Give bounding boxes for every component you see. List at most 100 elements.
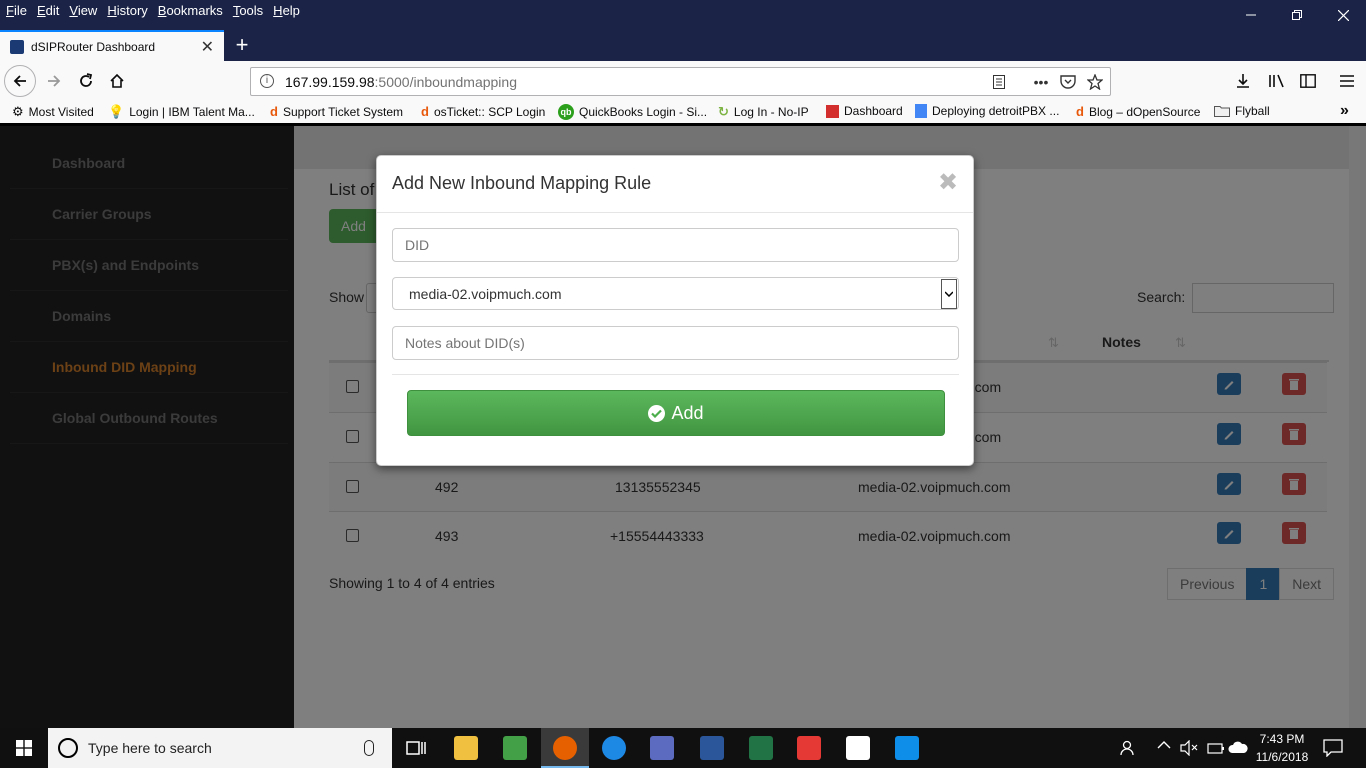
dashboard-icon	[826, 104, 839, 118]
bookmark-label: QuickBooks Login - Si...	[579, 105, 708, 119]
taskbar-search-placeholder: Type here to search	[88, 740, 212, 756]
modal-close-icon[interactable]: ✖	[938, 168, 958, 197]
bookmark-label: Support Ticket System	[282, 104, 403, 119]
page-actions-icon[interactable]: •••	[1030, 72, 1052, 92]
bookmark-label: Blog – dOpenSource	[1088, 104, 1201, 119]
navigation-toolbar: i 167.99.159.98:5000/inboundmapping •••	[0, 61, 1366, 101]
volume-muted-icon[interactable]	[1180, 740, 1198, 756]
hamburger-menu-button[interactable]	[1333, 67, 1361, 95]
add-inbound-mapping-modal: Add New Inbound Mapping Rule ✖ media-02.…	[376, 155, 974, 466]
bookmark-noip[interactable]: ↻ Log In - No-IP	[718, 104, 809, 120]
gear-icon: ⚙	[12, 104, 24, 119]
bookmark-quickbooks[interactable]: qb QuickBooks Login - Si...	[558, 104, 707, 120]
home-button[interactable]	[103, 67, 131, 95]
bookmark-most-visited[interactable]: ⚙ Most Visited	[12, 104, 94, 120]
folder-icon	[1214, 105, 1230, 117]
teamviewer-icon[interactable]	[895, 736, 919, 760]
modal-header-divider	[377, 212, 973, 213]
chevron-down-icon[interactable]	[941, 279, 957, 309]
pocket-icon[interactable]	[1057, 72, 1079, 92]
forward-button[interactable]	[40, 67, 68, 95]
tab-close-icon[interactable]: ✕	[201, 37, 214, 57]
reader-view-icon[interactable]	[988, 72, 1010, 92]
bookmark-star-icon[interactable]	[1084, 72, 1106, 92]
menu-help[interactable]: Help	[273, 3, 300, 18]
bookmark-dashboard[interactable]: Dashboard	[826, 104, 903, 118]
minimize-icon	[1246, 14, 1256, 16]
menu-view[interactable]: View	[69, 3, 97, 18]
downloads-button[interactable]	[1229, 67, 1257, 95]
reload-icon	[80, 73, 93, 87]
notes-app-icon[interactable]	[503, 736, 527, 760]
modal-add-button[interactable]: Add	[407, 390, 945, 436]
network-app-icon[interactable]	[650, 736, 674, 760]
tray-chevron-up-icon[interactable]	[1157, 740, 1171, 750]
people-icon[interactable]	[1120, 739, 1138, 757]
hamburger-icon	[1340, 75, 1354, 87]
onedrive-cloud-icon[interactable]	[1228, 740, 1248, 754]
taskbar-clock-date[interactable]: 11/6/2018	[1254, 750, 1310, 764]
library-button[interactable]	[1263, 67, 1291, 95]
notes-input[interactable]	[392, 326, 959, 360]
task-view-icon[interactable]	[404, 736, 428, 760]
library-icon	[1269, 74, 1284, 88]
bookmark-blog[interactable]: d Blog – dOpenSource	[1076, 104, 1200, 119]
check-circle-icon	[648, 404, 666, 422]
menu-tools[interactable]: Tools	[233, 3, 263, 18]
anydesk-icon[interactable]	[797, 736, 821, 760]
bookmark-label: osTicket:: SCP Login	[433, 104, 546, 119]
domain-select[interactable]: media-02.voipmuch.com	[392, 277, 959, 310]
google-doc-icon	[915, 104, 927, 118]
window-close-button[interactable]	[1320, 0, 1366, 30]
action-center-icon[interactable]	[1323, 739, 1343, 757]
back-button[interactable]	[4, 65, 36, 97]
home-icon	[110, 73, 124, 88]
cortana-icon	[58, 738, 78, 758]
taskbar-clock-time[interactable]: 7:43 PM	[1259, 732, 1305, 746]
bookmark-label: Deploying detroitPBX ...	[932, 104, 1060, 118]
battery-icon[interactable]	[1205, 740, 1225, 756]
microphone-icon[interactable]	[364, 740, 374, 756]
bookmark-label: Most Visited	[28, 105, 94, 119]
bookmark-deploying[interactable]: Deploying detroitPBX ...	[915, 104, 1059, 118]
lightbulb-icon: 💡	[108, 104, 125, 119]
browser-tab[interactable]: dSIPRouter Dashboard ✕	[0, 30, 224, 61]
start-button[interactable]	[0, 728, 48, 768]
menu-history[interactable]: History	[107, 3, 147, 18]
modal-add-label: Add	[671, 402, 704, 423]
menu-bar: File Edit View History Bookmarks Tools H…	[0, 0, 1366, 30]
firefox-icon[interactable]	[553, 736, 577, 760]
domain-select-value: media-02.voipmuch.com	[409, 286, 562, 302]
menu-file[interactable]: File	[6, 3, 27, 18]
chat-app-icon[interactable]	[602, 736, 626, 760]
taskbar-search-box[interactable]: Type here to search	[48, 728, 392, 768]
minimize-button[interactable]	[1228, 0, 1274, 30]
url-path: :5000/inboundmapping	[374, 74, 517, 90]
menu-edit[interactable]: Edit	[37, 3, 59, 18]
new-tab-plus-icon[interactable]: +	[230, 32, 254, 58]
bookmark-flyball[interactable]: Flyball	[1214, 104, 1270, 118]
sidebar-icon	[1300, 74, 1316, 88]
sidebar-toggle-button[interactable]	[1294, 67, 1322, 95]
restore-icon	[1292, 10, 1302, 20]
restore-button[interactable]	[1274, 0, 1320, 30]
dsiprouter-favicon-icon	[10, 39, 24, 54]
back-arrow-icon	[13, 75, 26, 87]
download-icon	[1237, 74, 1249, 88]
menu-bookmarks[interactable]: Bookmarks	[158, 3, 223, 18]
bookmarks-overflow-icon[interactable]: »	[1340, 102, 1349, 120]
site-info-icon[interactable]: i	[260, 74, 274, 88]
excel-icon[interactable]	[749, 736, 773, 760]
file-explorer-icon[interactable]	[454, 736, 478, 760]
bookmark-support-ticket[interactable]: d Support Ticket System	[270, 104, 403, 119]
reload-button[interactable]	[72, 67, 100, 95]
url-text: 167.99.159.98:5000/inboundmapping	[285, 74, 517, 90]
bookmark-osticket[interactable]: d osTicket:: SCP Login	[421, 104, 545, 119]
did-input[interactable]	[392, 228, 959, 262]
windows-taskbar: Type here to search 7:43 PM 11/6/2018	[0, 728, 1366, 768]
modal-divider	[392, 374, 959, 375]
bookmark-ibm-talent[interactable]: 💡 Login | IBM Talent Ma...	[108, 104, 255, 120]
url-bar[interactable]: i 167.99.159.98:5000/inboundmapping •••	[250, 67, 1111, 96]
photos-icon[interactable]	[846, 736, 870, 760]
word-icon[interactable]	[700, 736, 724, 760]
